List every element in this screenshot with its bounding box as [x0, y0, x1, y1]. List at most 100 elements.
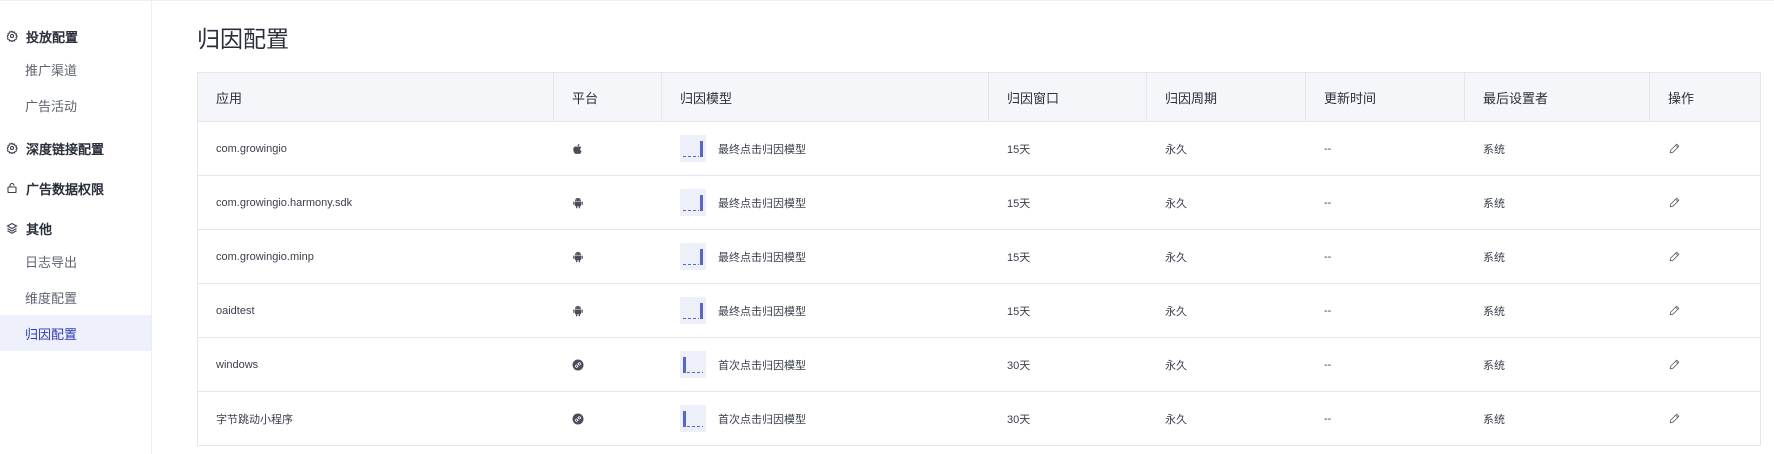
- cell-period: 永久: [1165, 359, 1187, 372]
- cell-app: com.growingio.minp: [216, 250, 314, 263]
- cell-period: 永久: [1165, 197, 1187, 210]
- cell-updated: --: [1324, 304, 1332, 317]
- attribution-model-chart-icon: [680, 243, 706, 270]
- sidebar-item-dimension-config[interactable]: 维度配置: [0, 279, 151, 315]
- sidebar-item-attribution-config[interactable]: 归因配置: [0, 315, 151, 351]
- edit-icon[interactable]: [1668, 412, 1681, 425]
- attribution-model-chart-icon: [680, 135, 706, 162]
- android-icon: [572, 251, 584, 263]
- model-label: 首次点击归因模型: [718, 359, 806, 372]
- model-label: 最终点击归因模型: [718, 305, 806, 318]
- model-label: 最终点击归因模型: [718, 143, 806, 156]
- cell-updated: --: [1324, 412, 1332, 425]
- cell-platform: [554, 122, 662, 175]
- cell-period: 永久: [1165, 305, 1187, 318]
- page-title: 归因配置: [197, 26, 289, 52]
- cell-model: 最终点击归因模型: [662, 230, 989, 283]
- sidebar: 投放配置 推广渠道 广告活动 深度链接配置 广告数据权限 其他 日志导出 维度配…: [0, 1, 152, 454]
- cell-setter: 系统: [1483, 143, 1505, 156]
- table-body: com.growingio 最终点击归因模型 15天 永久 -- 系统 com.growin…: [198, 122, 1760, 446]
- model-label: 首次点击归因模型: [718, 413, 806, 426]
- cell-actions: [1650, 284, 1760, 337]
- cell-window: 15天: [1007, 197, 1031, 210]
- sidebar-group-other[interactable]: 其他: [0, 213, 151, 243]
- cell-platform: [554, 392, 662, 445]
- main-content: 归因配置 应用 平台 归因模型 归因窗口 归因周期 更新时间 最后设置者 操作 …: [152, 1, 1774, 454]
- sidebar-group-label: 其他: [26, 221, 53, 237]
- edit-icon[interactable]: [1668, 304, 1681, 317]
- edit-icon[interactable]: [1668, 250, 1681, 263]
- gear-icon: [5, 141, 19, 155]
- table-row: com.growingio.harmony.sdk 最终点击归因模型 15天 永久 --…: [198, 176, 1760, 230]
- cell-actions: [1650, 392, 1760, 445]
- attribution-model-chart-icon: [680, 297, 706, 324]
- cell-period: 永久: [1165, 251, 1187, 264]
- cell-setter: 系统: [1483, 251, 1505, 264]
- cell-setter: 系统: [1483, 305, 1505, 318]
- cell-actions: [1650, 176, 1760, 229]
- cell-window: 15天: [1007, 305, 1031, 318]
- link-icon: [572, 413, 584, 425]
- cell-model: 首次点击归因模型: [662, 392, 989, 445]
- cell-model: 最终点击归因模型: [662, 176, 989, 229]
- edit-icon[interactable]: [1668, 358, 1681, 371]
- cell-period: 永久: [1165, 143, 1187, 156]
- attribution-model-chart-icon: [680, 189, 706, 216]
- sidebar-item-campaigns[interactable]: 广告活动: [0, 87, 151, 123]
- table-row: windows 首次点击归因模型 30天 永久 -- 系统: [198, 338, 1760, 392]
- sidebar-group-ad-config[interactable]: 投放配置: [0, 21, 151, 51]
- sidebar-group-label: 广告数据权限: [26, 181, 105, 197]
- cell-window: 15天: [1007, 251, 1031, 264]
- cell-model: 最终点击归因模型: [662, 284, 989, 337]
- cell-actions: [1650, 122, 1760, 175]
- cell-setter: 系统: [1483, 413, 1505, 426]
- column-header-window: 归因窗口: [989, 73, 1147, 121]
- sidebar-item-log-export[interactable]: 日志导出: [0, 243, 151, 279]
- table-row: oaidtest 最终点击归因模型 15天 永久 -- 系统: [198, 284, 1760, 338]
- column-header-period: 归因周期: [1147, 73, 1306, 121]
- attribution-table: 应用 平台 归因模型 归因窗口 归因周期 更新时间 最后设置者 操作 com.g…: [197, 72, 1761, 446]
- column-header-app: 应用: [198, 73, 554, 121]
- column-header-updated: 更新时间: [1306, 73, 1465, 121]
- cell-window: 15天: [1007, 143, 1031, 156]
- app: 投放配置 推广渠道 广告活动 深度链接配置 广告数据权限 其他 日志导出 维度配…: [0, 0, 1774, 454]
- table-row: 字节跳动小程序 首次点击归因模型 30天 永久 -- 系统: [198, 392, 1760, 446]
- cell-model: 首次点击归因模型: [662, 338, 989, 391]
- edit-icon[interactable]: [1668, 196, 1681, 209]
- sidebar-group-ad-permission[interactable]: 广告数据权限: [0, 173, 151, 203]
- sidebar-group-label: 投放配置: [26, 29, 79, 45]
- attribution-model-chart-icon: [680, 351, 706, 378]
- link-icon: [572, 359, 584, 371]
- cell-app: com.growingio: [216, 142, 287, 155]
- cell-app: 字节跳动小程序: [216, 413, 293, 426]
- cell-window: 30天: [1007, 413, 1031, 426]
- sidebar-group-deeplink[interactable]: 深度链接配置: [0, 133, 151, 163]
- gear-icon: [5, 29, 19, 43]
- table-header: 应用 平台 归因模型 归因窗口 归因周期 更新时间 最后设置者 操作: [198, 73, 1760, 122]
- edit-icon[interactable]: [1668, 142, 1681, 155]
- column-header-model: 归因模型: [662, 73, 989, 121]
- cell-model: 最终点击归因模型: [662, 122, 989, 175]
- cell-app: oaidtest: [216, 304, 255, 317]
- android-icon: [572, 305, 584, 317]
- sidebar-group-label: 深度链接配置: [26, 141, 105, 157]
- cell-setter: 系统: [1483, 359, 1505, 372]
- cell-window: 30天: [1007, 359, 1031, 372]
- cell-updated: --: [1324, 358, 1332, 371]
- sidebar-item-channels[interactable]: 推广渠道: [0, 51, 151, 87]
- apple-icon: [572, 143, 584, 155]
- table-row: com.growingio.minp 最终点击归因模型 15天 永久 -- 系统: [198, 230, 1760, 284]
- cell-updated: --: [1324, 196, 1332, 209]
- cell-actions: [1650, 230, 1760, 283]
- layers-icon: [5, 221, 19, 235]
- cell-app: com.growingio.harmony.sdk: [216, 196, 353, 209]
- cell-platform: [554, 338, 662, 391]
- cell-platform: [554, 284, 662, 337]
- column-header-setter: 最后设置者: [1465, 73, 1650, 121]
- cell-setter: 系统: [1483, 197, 1505, 210]
- cell-actions: [1650, 338, 1760, 391]
- cell-updated: --: [1324, 142, 1332, 155]
- attribution-model-chart-icon: [680, 405, 706, 432]
- model-label: 最终点击归因模型: [718, 197, 806, 210]
- cell-platform: [554, 230, 662, 283]
